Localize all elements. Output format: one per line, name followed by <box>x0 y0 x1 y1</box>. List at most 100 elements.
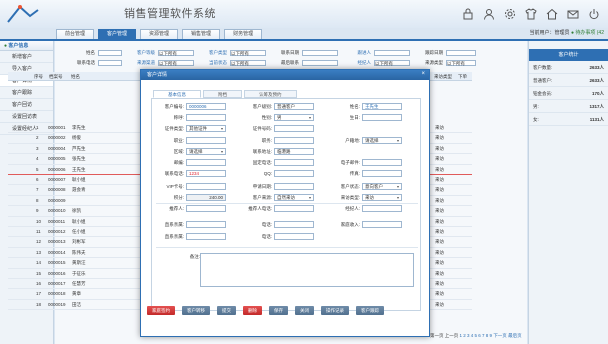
field-input[interactable]: 王先生 <box>362 103 402 110</box>
pager-next[interactable]: 下一页 <box>493 333 507 338</box>
field-input[interactable] <box>274 205 314 212</box>
tab-resources[interactable]: 资源管理 <box>140 29 179 39</box>
field-input[interactable] <box>274 125 314 132</box>
tab-sales[interactable]: 销售管理 <box>182 29 221 39</box>
field-input[interactable] <box>274 159 314 166</box>
cell-id: 0000016 <box>48 270 66 276</box>
field-input[interactable] <box>186 221 226 228</box>
sidebar-item-track[interactable]: 客户跟踪 <box>0 87 53 99</box>
sidebar-item-new[interactable]: 新增客户 <box>0 51 53 63</box>
sidebar-item-revisit[interactable]: 客户回访 <box>0 99 53 111</box>
history-button[interactable]: 操作记录 <box>321 306 349 315</box>
field-phone1: 电话: <box>240 221 314 228</box>
remark-textarea[interactable] <box>200 253 414 287</box>
field-level: 客户级别: 普通客户 <box>240 103 314 110</box>
tab-basic-info[interactable]: 基本信息 <box>153 90 201 98</box>
filter-status-select[interactable]: 以下所有 <box>230 60 266 66</box>
close-icon[interactable]: × <box>421 71 425 77</box>
filter-row-1: 姓名 客户等级 以下所有 客户类型 以下所有 联系日期 跟进人 跟踪日期 <box>65 50 476 56</box>
field-input[interactable] <box>186 233 226 240</box>
cell-type: 来访 <box>435 229 444 234</box>
filter-agent-select[interactable]: 以下所有 <box>374 60 410 66</box>
field-input[interactable]: 普通客户 <box>274 103 314 110</box>
filter-level-select[interactable]: 以下所有 <box>158 50 194 56</box>
email-icon[interactable] <box>567 8 579 20</box>
cell-name: 芦先生 <box>72 145 86 151</box>
gear-icon[interactable] <box>504 8 516 20</box>
field-family2: 直系亲属: <box>152 233 226 240</box>
user-icon[interactable] <box>483 8 495 20</box>
tab-customers[interactable]: 客户管理 <box>98 29 137 39</box>
field-select[interactable]: 意向客户 <box>362 183 402 190</box>
field-input[interactable] <box>362 114 402 121</box>
filter-channel-select[interactable]: 以下所有 <box>158 60 194 66</box>
field-label: 积分: <box>173 194 184 200</box>
field-select[interactable]: 请选择 <box>362 137 402 144</box>
field-input[interactable]: 0000006 <box>186 103 226 110</box>
field-input[interactable] <box>362 159 402 166</box>
transfer-button[interactable]: 客户转移 <box>182 306 210 315</box>
field-select[interactable]: 其他证件 <box>186 125 226 132</box>
sign-contract-button[interactable]: 家庭签约 <box>147 306 175 315</box>
field-input[interactable] <box>362 170 402 177</box>
save-button[interactable]: 保存 <box>269 306 288 315</box>
pending-tasks[interactable]: ● 待办事项 (42 <box>571 30 604 36</box>
sidebar-title[interactable]: ● 客户信息 <box>0 41 53 51</box>
filter-type-select[interactable]: 以下所有 <box>230 50 266 56</box>
filter-phone-input[interactable] <box>98 60 122 66</box>
filter-last-input[interactable] <box>302 60 338 66</box>
field-select[interactable]: 男 <box>274 114 314 121</box>
pager-prev[interactable]: 第一页 上一页 <box>430 333 458 338</box>
power-icon[interactable] <box>588 8 600 20</box>
field-label: 生日: <box>349 114 360 120</box>
field-input[interactable] <box>274 221 314 228</box>
tab-front[interactable]: 前台管理 <box>56 29 95 39</box>
close-button[interactable]: 关闭 <box>295 306 314 315</box>
field-select[interactable]: 自然来访 <box>274 194 314 201</box>
tab-reservation[interactable]: 认筹及预约 <box>244 90 297 98</box>
sidebar-item-revisit-table[interactable]: 设置回访表 <box>0 111 53 123</box>
user-name[interactable]: 管理员 <box>555 30 570 36</box>
field-input[interactable] <box>186 159 226 166</box>
field-input[interactable]: 240.00 <box>186 194 226 201</box>
field-input[interactable] <box>186 205 226 212</box>
filter-track-input[interactable] <box>446 50 476 56</box>
field-input[interactable] <box>362 205 402 212</box>
filter-date-label: 联系日期 <box>281 50 299 55</box>
field-input[interactable]: 临港路 <box>274 148 314 155</box>
pager-last[interactable]: 最后页 <box>508 333 522 338</box>
field-input[interactable] <box>274 137 314 144</box>
shirt-icon[interactable] <box>525 8 537 20</box>
field-input[interactable] <box>362 221 402 228</box>
field-input[interactable] <box>274 233 314 240</box>
filter-date-input[interactable] <box>302 50 338 56</box>
home-icon[interactable] <box>546 8 558 20</box>
form-row: 职业: 职务: 户籍地: 请选择 <box>152 137 420 145</box>
pager-pages[interactable]: 1 2 3 4 5 6 7 8 9 <box>460 333 493 338</box>
field-select[interactable]: 来访 <box>362 194 402 201</box>
submit-button[interactable]: 提交 <box>217 306 236 315</box>
field-input[interactable] <box>186 137 226 144</box>
field-input[interactable] <box>274 170 314 177</box>
field-input[interactable] <box>186 114 226 121</box>
field-input[interactable] <box>274 183 314 190</box>
lock-icon[interactable] <box>462 8 474 20</box>
track-button[interactable]: 客户跟踪 <box>356 306 384 315</box>
col-name[interactable]: 姓名 <box>71 74 80 80</box>
field-points: 积分: 240.00 <box>152 194 226 201</box>
filter-name-input[interactable] <box>98 50 122 56</box>
tab-attachments[interactable]: 附档 <box>203 90 242 98</box>
col-id[interactable]: 档案号 <box>49 74 63 80</box>
filter-follower-input[interactable] <box>374 50 410 56</box>
field-input[interactable]: 1234 <box>186 170 226 177</box>
field-input[interactable] <box>186 183 226 190</box>
col-order[interactable]: 下单 <box>458 74 467 80</box>
cell-id: 0000019 <box>48 301 66 307</box>
col-no[interactable]: 序号 <box>34 74 43 80</box>
col-visit-type[interactable]: 来访类型 <box>434 74 452 80</box>
field-select[interactable]: 请选择 <box>186 148 226 155</box>
delete-button[interactable]: 删除 <box>243 306 262 315</box>
filter-source-select[interactable]: 以下所有 <box>446 60 476 66</box>
tab-finance[interactable]: 财务管理 <box>224 29 263 39</box>
field-position: 职务: <box>240 137 314 144</box>
